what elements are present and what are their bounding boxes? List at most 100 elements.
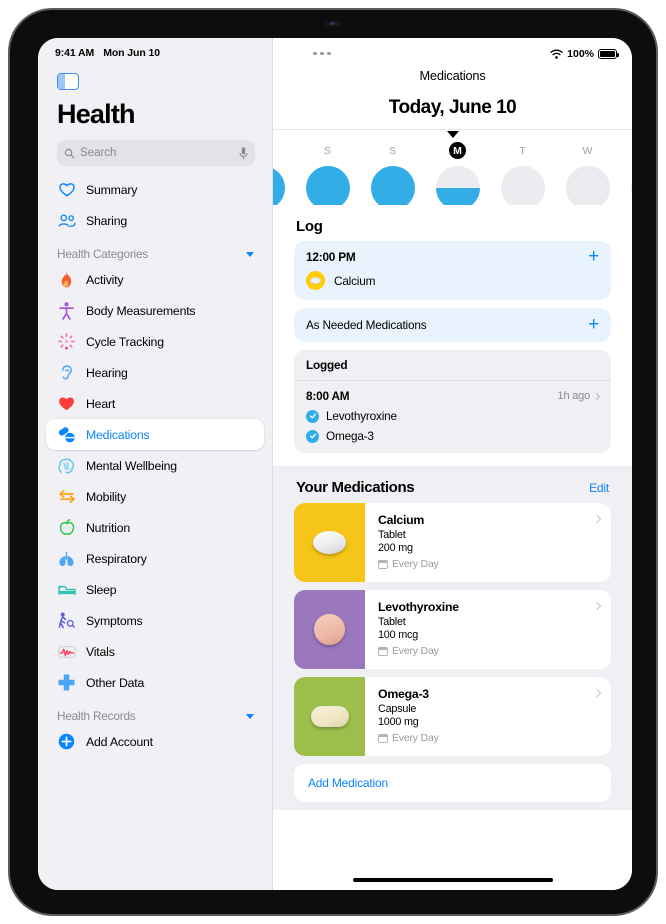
sidebar-item-label: Mental Wellbeing [86,458,177,473]
medication-dose: 200 mg [378,542,413,554]
logged-item: Omega-3 [306,429,599,443]
sidebar-item-heart[interactable]: Heart [46,388,264,419]
scroll-content: Log 12:00 PM + Calcium As Needed Medicat… [273,205,632,890]
medication-frequency-row: Every Day [378,732,600,744]
chevron-down-icon[interactable] [246,251,254,257]
medication-form: Tablet [378,616,406,628]
log-section: Log 12:00 PM + Calcium As Needed Medicat… [273,205,632,466]
sidebar-item-mental-wellbeing[interactable]: Mental Wellbeing [46,450,264,481]
sidebar-item-symptoms[interactable]: Symptoms [46,605,264,636]
day-progress-fill [273,166,285,205]
day-cell[interactable]: S [360,142,425,205]
sidebar-item-label: Symptoms [86,613,143,628]
sidebar-item-vitals[interactable]: Vitals [46,636,264,667]
pills-icon [57,425,76,444]
sidebar-item-add-account[interactable]: Add Account [46,726,264,757]
sidebar-item-body-measurements[interactable]: Body Measurements [46,295,264,326]
day-cell[interactable]: S [295,142,360,205]
sidebar-item-sharing[interactable]: Sharing [46,205,264,236]
day-cell[interactable]: S [273,142,295,205]
medication-name: Calcium [378,513,425,527]
edit-button[interactable]: Edit [589,481,609,495]
logged-card: Logged 8:00 AM 1h ago Levothyroxine Omeg… [294,350,611,453]
week-date-strip[interactable]: SSSMTWT [273,129,632,205]
medication-thumbnail [294,503,365,582]
sidebar-item-medications[interactable]: Medications [46,419,264,450]
day-cell[interactable]: W [555,142,620,205]
heart-filled-icon [57,394,76,413]
wifi-icon [550,49,563,59]
heart-outline-icon [57,180,76,199]
day-progress-ring [500,166,545,205]
logged-ago-row: 1h ago [558,390,601,402]
home-indicator[interactable] [352,878,553,882]
symptoms-icon [57,611,76,630]
multitask-dots-icon[interactable] [313,51,331,56]
health-categories-header[interactable]: Health Categories [57,247,254,261]
sidebar-item-other-data[interactable]: Other Data [46,667,264,698]
day-cell[interactable]: T [620,142,632,205]
sidebar-item-label: Hearing [86,365,128,380]
main-pane: 100% Medications Today, June 10 SSSMTWT … [272,38,632,890]
search-input[interactable]: Search [57,140,255,166]
day-label: M [449,142,466,159]
scheduled-medication-row: Calcium [306,271,599,290]
day-progress-ring [630,166,632,205]
nav-title: Medications [419,68,486,83]
sidebar-item-summary[interactable]: Summary [46,174,264,205]
scheduled-dose-card[interactable]: 12:00 PM + Calcium [294,241,611,300]
day-progress-ring [435,166,480,205]
logged-time: 8:00 AM [306,389,350,403]
medication-form: Tablet [378,529,406,541]
medication-dose: 1000 mg [378,716,419,728]
sidebar-toggle-icon[interactable] [57,73,79,90]
sidebar-item-activity[interactable]: Activity [46,264,264,295]
status-indicators: 100% [550,48,620,60]
logged-time-row[interactable]: 8:00 AM 1h ago [306,389,601,403]
medication-name: Levothyroxine [378,600,459,614]
ear-icon [57,363,76,382]
health-records-header[interactable]: Health Records [57,709,254,723]
medication-form: Capsule [378,703,417,715]
medication-thumbnail [294,677,365,756]
logged-body[interactable]: 8:00 AM 1h ago Levothyroxine Omega-3 [294,381,611,453]
day-progress-ring [370,166,415,205]
scheduled-time: 12:00 PM [306,250,356,264]
sidebar-item-label: Sleep [86,582,117,597]
your-medications-heading: Your Medications [296,479,415,496]
as-needed-add-button[interactable]: + [588,315,599,334]
day-cell[interactable]: M [425,142,490,205]
medication-card[interactable]: Calcium Tablet 200 mg Every Day [294,503,611,582]
medication-card[interactable]: Omega-3 Capsule 1000 mg Every Day [294,677,611,756]
chevron-down-icon[interactable] [246,713,254,719]
pill-shape-icon [313,531,346,554]
microphone-icon[interactable] [239,146,248,160]
medication-details: Omega-3 Capsule 1000 mg Every Day [365,677,611,756]
sidebar-item-mobility[interactable]: Mobility [46,481,264,512]
sidebar-item-nutrition[interactable]: Nutrition [46,512,264,543]
sidebar: 9:41 AM Mon Jun 10 Health Search Summary… [38,38,272,890]
front-camera [325,21,341,26]
day-list: SSSMTWT [273,142,632,205]
as-needed-label: As Needed Medications [306,318,427,332]
sidebar-item-cycle-tracking[interactable]: Cycle Tracking [46,326,264,357]
sidebar-item-sleep[interactable]: Sleep [46,574,264,605]
add-medication-button[interactable]: Add Medication [294,764,611,802]
day-progress-fill [435,188,480,205]
sidebar-item-respiratory[interactable]: Respiratory [46,543,264,574]
your-medications-section: Your Medications Edit Calcium Tablet 200 m… [273,466,632,810]
sidebar-item-label: Mobility [86,489,127,504]
sidebar-item-label: Sharing [86,213,127,228]
plus-circle-icon [57,732,76,751]
medication-card[interactable]: Levothyroxine Tablet 100 mcg Every Day [294,590,611,669]
sidebar-item-label: Activity [86,272,124,287]
day-cell[interactable]: T [490,142,555,205]
as-needed-card[interactable]: As Needed Medications + [294,308,611,342]
medication-name: Omega-3 [378,687,429,701]
sidebar-item-hearing[interactable]: Hearing [46,357,264,388]
medication-list: Calcium Tablet 200 mg Every Day Levothyroxin… [294,503,611,756]
log-dose-button[interactable]: + [588,247,599,266]
date-title: Today, June 10 [388,97,517,118]
calendar-icon [378,559,388,569]
scheduled-time-row: 12:00 PM + [306,247,599,266]
